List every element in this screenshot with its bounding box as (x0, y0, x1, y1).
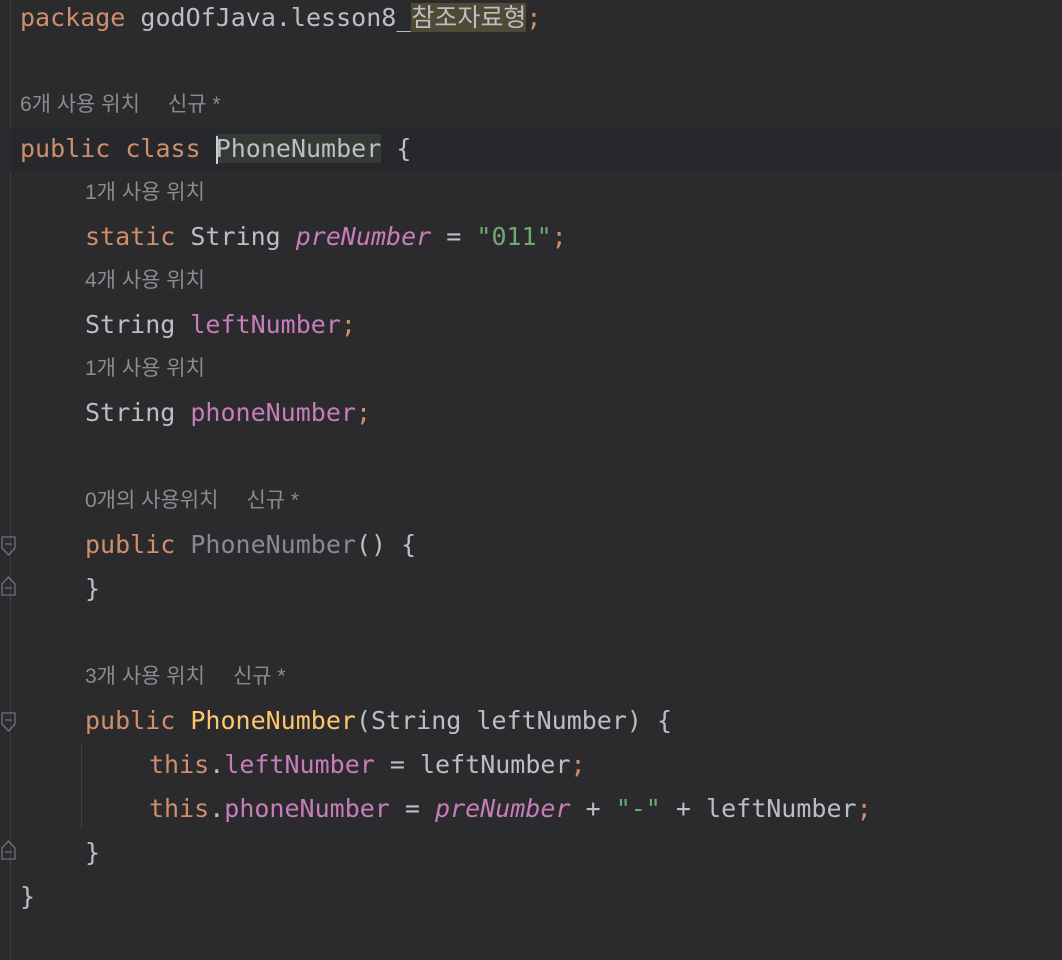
author-hint[interactable]: 신규 * (168, 93, 221, 116)
constructor-name: PhoneNumber (190, 706, 356, 735)
code-line-param-constructor[interactable]: public PhoneNumber(String leftNumber) { (85, 699, 1062, 743)
keyword-static: static (85, 222, 176, 251)
code-line-package[interactable]: package godOfJava.lesson8_참조자료형; (20, 0, 1062, 40)
string-literal: "-" (615, 794, 661, 823)
close-brace: } (85, 838, 101, 867)
semicolon: ; (551, 222, 567, 251)
keyword-package: package (20, 3, 126, 32)
code-line-phonenumber[interactable]: String phoneNumber; (85, 391, 1062, 435)
keyword-class: class (125, 134, 201, 163)
operator-assign: = (446, 222, 462, 251)
usages-count[interactable]: 1개 사용 위치 (85, 181, 205, 204)
operator-plus: + (675, 794, 691, 823)
code-line-default-constructor[interactable]: public PhoneNumber() { (85, 523, 1062, 567)
inlay-hint-class-usages[interactable]: 6개 사용 위치 신규 * (20, 83, 1062, 127)
param-leftnumber: leftNumber (419, 750, 571, 779)
close-brace: } (85, 574, 101, 603)
class-name: PhoneNumber (215, 134, 382, 163)
fold-start-icon[interactable] (1, 712, 16, 732)
field-leftnumber: leftNumber (224, 750, 375, 779)
dot: . (209, 794, 225, 823)
code-line-class-declaration[interactable]: public class PhoneNumber { (10, 127, 1062, 171)
field-phonenumber: phoneNumber (224, 794, 390, 823)
inlay-hint-leftnumber-usages[interactable]: 4개 사용 위치 (85, 259, 1062, 303)
semicolon: ; (856, 794, 872, 823)
operator-plus: + (585, 794, 601, 823)
package-path: godOfJava.lesson8_ (140, 3, 412, 32)
open-paren: ( (355, 706, 372, 735)
author-hint[interactable]: 신규 * (246, 489, 299, 512)
keyword-public: public (85, 706, 176, 735)
semicolon: ; (355, 398, 372, 427)
operator-assign: = (389, 750, 405, 779)
author-hint[interactable]: 신규 * (233, 665, 286, 688)
usages-count[interactable]: 3개 사용 위치 (85, 665, 205, 688)
parens-brace: () { (355, 530, 417, 559)
dot: . (209, 750, 225, 779)
keyword-this: this (149, 750, 210, 779)
inlay-hint-phonenumber-usages[interactable]: 1개 사용 위치 (85, 347, 1062, 391)
package-highlighted-segment: 참조자료형 (411, 3, 527, 32)
open-brace: { (396, 134, 412, 163)
type-string: String (190, 222, 281, 251)
type-string: String (85, 398, 176, 427)
code-line-assign-phonenumber[interactable]: this.phoneNumber = preNumber + "-" + lef… (149, 787, 1062, 831)
param-leftnumber: leftNumber (476, 706, 627, 735)
semicolon: ; (570, 750, 586, 779)
code-line-assign-leftnumber[interactable]: this.leftNumber = leftNumber; (149, 743, 1062, 787)
usages-count[interactable]: 0개의 사용위치 (85, 489, 218, 512)
field-prenumber: preNumber (295, 222, 432, 251)
fold-end-icon[interactable] (1, 576, 16, 596)
code-line-param-constructor-close[interactable]: } (85, 831, 1062, 875)
semicolon: ; (340, 310, 356, 339)
operator-assign: = (404, 794, 420, 823)
field-leftnumber: leftNumber (190, 310, 341, 339)
code-line-leftnumber[interactable]: String leftNumber; (85, 303, 1062, 347)
usages-count[interactable]: 6개 사용 위치 (20, 93, 140, 116)
keyword-public: public (85, 530, 176, 559)
string-literal: "011" (476, 222, 552, 251)
inlay-hint-ctor2-usages[interactable]: 3개 사용 위치 신규 * (85, 655, 1062, 699)
close-brace: } (20, 882, 36, 911)
field-prenumber: preNumber (435, 794, 571, 823)
code-line-prenumber[interactable]: static String preNumber = "011"; (85, 215, 1062, 259)
inlay-hint-prenumber-usages[interactable]: 1개 사용 위치 (85, 171, 1062, 215)
usages-count[interactable]: 4개 사용 위치 (85, 269, 205, 292)
constructor-name-unused: PhoneNumber (190, 530, 356, 559)
class-name-highlight: PhoneNumber (215, 134, 382, 164)
fold-end-icon[interactable] (1, 840, 16, 860)
type-string: String (371, 706, 462, 735)
code-editor[interactable]: package godOfJava.lesson8_참조자료형; 6개 사용 위… (0, 0, 1062, 960)
fold-start-icon[interactable] (1, 536, 16, 556)
close-paren-brace: ) { (626, 706, 673, 735)
type-string: String (85, 310, 176, 339)
inlay-hint-ctor1-usages[interactable]: 0개의 사용위치 신규 * (85, 479, 1062, 523)
keyword-this: this (149, 794, 210, 823)
param-leftnumber: leftNumber (706, 794, 857, 823)
field-phonenumber: phoneNumber (190, 398, 356, 427)
semicolon: ; (526, 3, 542, 32)
indent-guide (81, 743, 82, 829)
keyword-public: public (20, 134, 111, 163)
code-line-class-close[interactable]: } (20, 875, 1062, 919)
usages-count[interactable]: 1개 사용 위치 (85, 357, 205, 380)
code-line-default-constructor-close[interactable]: } (85, 567, 1062, 611)
